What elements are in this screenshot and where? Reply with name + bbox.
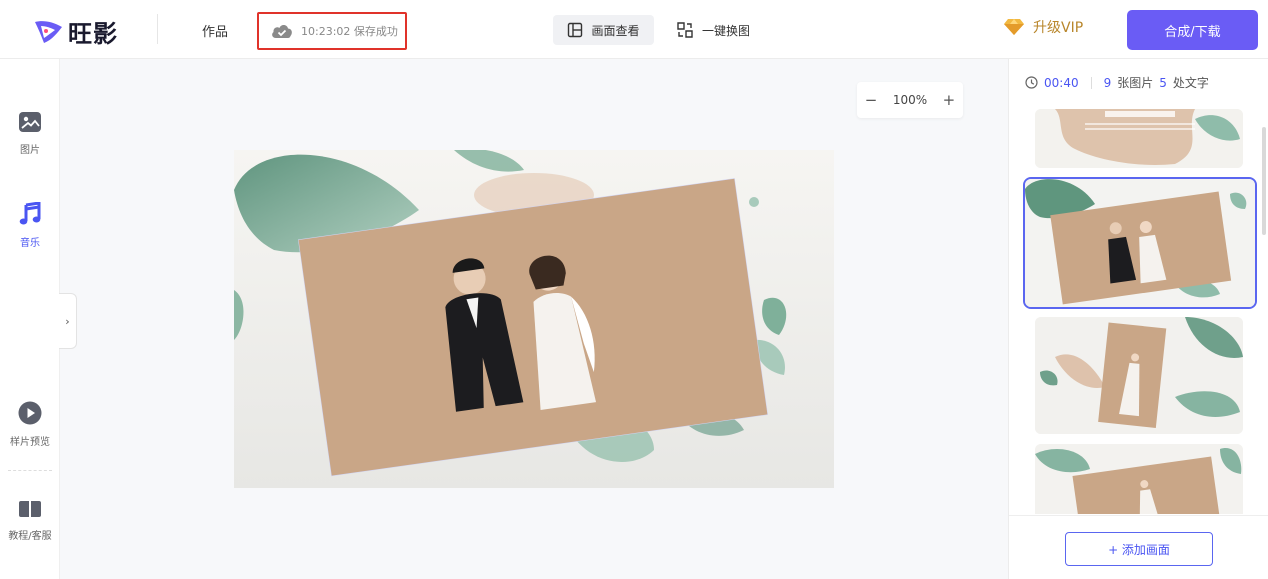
swap-icon (677, 22, 693, 38)
save-status-text: 10:23:02 保存成功 (301, 25, 398, 38)
scene-thumbnail-image (1035, 444, 1243, 514)
zoom-control: − 100% + (857, 82, 963, 118)
duration-value: 00:40 (1044, 75, 1079, 90)
logo[interactable]: 旺影 (32, 14, 118, 49)
sidebar-item-music[interactable]: 音乐 (0, 202, 60, 249)
wedding-scene-image (234, 150, 834, 488)
sidebar-item-preview[interactable]: 样片预览 (0, 401, 60, 448)
project-stats: 00:40 9 张图片 5 处文字 (1025, 74, 1209, 91)
scene-thumbnail-3[interactable] (1035, 317, 1243, 434)
top-header: 旺影 作品 10:23:02 保存成功 画面查看 一键换图 升级VIP 合成/下… (0, 0, 1268, 59)
add-scene-button[interactable]: + 添加画面 (1065, 532, 1213, 566)
sidebar-item-label: 教程/客服 (8, 531, 52, 542)
image-count: 9 (1103, 75, 1112, 90)
swap-image-label: 一键换图 (702, 23, 751, 38)
upgrade-vip-label: 升级VIP (1033, 20, 1084, 36)
zoom-level: 100% (892, 93, 928, 107)
logo-text: 旺影 (68, 20, 118, 48)
scene-thumbnail-1[interactable] (1035, 109, 1243, 168)
sidebar-divider (8, 470, 52, 471)
scene-thumbnail-image (1025, 179, 1255, 307)
editor-canvas[interactable] (234, 150, 834, 488)
diamond-icon (1004, 19, 1024, 35)
play-icon (18, 401, 42, 425)
view-screen-button[interactable]: 画面查看 (553, 15, 654, 45)
sidebar-collapse-toggle[interactable]: › (59, 293, 77, 349)
save-status: 10:23:02 保存成功 (257, 12, 407, 50)
sidebar-item-label: 图片 (20, 145, 40, 156)
thumbnail-scrollbar[interactable] (1262, 127, 1266, 235)
stats-divider (1090, 76, 1092, 89)
logo-icon (35, 20, 62, 43)
upgrade-vip-button[interactable]: 升级VIP (1003, 17, 1083, 37)
image-count-unit: 张图片 (1117, 76, 1154, 90)
layout-icon (568, 22, 583, 38)
scene-thumbnail-image (1035, 109, 1243, 168)
header-divider (157, 14, 158, 44)
right-panel: 00:40 9 张图片 5 处文字 + 添加画面 (1008, 59, 1268, 579)
sidebar-item-label: 音乐 (20, 238, 40, 249)
zoom-out-button[interactable]: − (865, 91, 878, 109)
swap-image-button[interactable]: 一键换图 (676, 15, 750, 45)
clock-icon (1025, 76, 1038, 89)
zoom-in-button[interactable]: + (943, 91, 956, 109)
sidebar-item-tutorial[interactable]: 教程/客服 (0, 499, 60, 542)
cloud-check-icon (272, 25, 292, 38)
book-icon (19, 501, 41, 517)
image-icon (19, 112, 41, 132)
view-screen-label: 画面查看 (591, 23, 640, 38)
text-count: 5 (1159, 75, 1167, 90)
compose-download-button[interactable]: 合成/下载 (1127, 10, 1258, 50)
sidebar-item-label: 样片预览 (10, 437, 50, 448)
sidebar-item-image[interactable]: 图片 (0, 111, 60, 156)
left-sidebar: 图片 音乐 样片预览 教程/客服 (0, 59, 60, 579)
scene-thumbnail-image (1035, 317, 1243, 434)
works-link[interactable]: 作品 (202, 21, 228, 40)
scene-thumbnail-4[interactable] (1035, 444, 1243, 514)
panel-footer: + 添加画面 (1009, 515, 1268, 579)
scene-thumbnail-2[interactable] (1023, 177, 1257, 309)
text-count-unit: 处文字 (1172, 76, 1209, 90)
music-icon (19, 202, 41, 225)
